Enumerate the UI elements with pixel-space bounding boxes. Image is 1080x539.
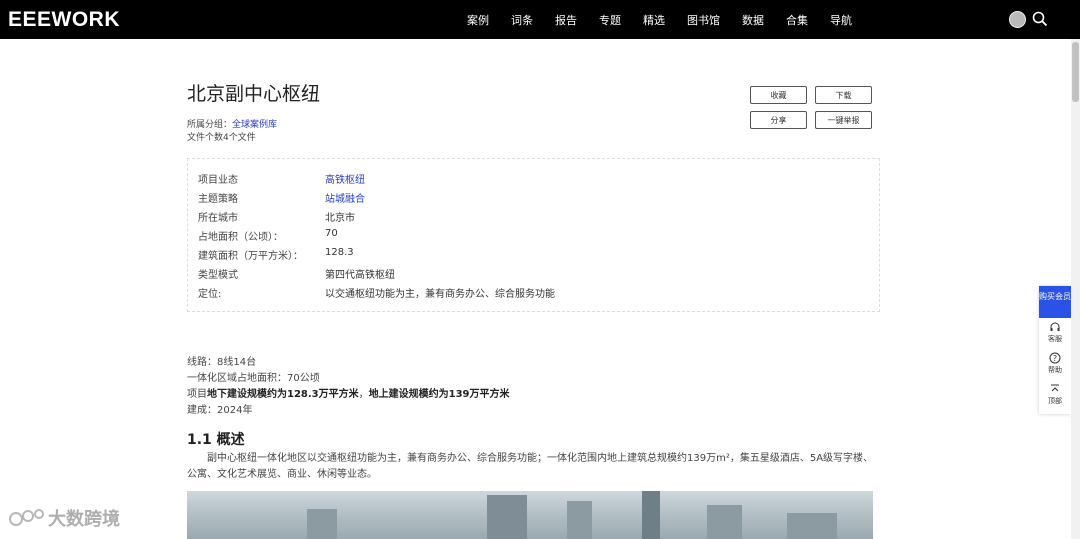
scrollbar[interactable]: [1071, 39, 1080, 539]
help-icon: ?: [1049, 352, 1061, 364]
info-key: 类型模式: [198, 270, 238, 281]
info-row: 建筑面积（万平方米）： 128.3: [198, 247, 354, 263]
info-key: 定位:: [198, 289, 222, 300]
info-key: 项目业态: [198, 175, 238, 186]
category-link[interactable]: 全球案例库: [232, 120, 277, 130]
help-button[interactable]: ? 帮助: [1039, 350, 1071, 380]
info-value: 北京市: [325, 213, 355, 224]
section-heading: 1.1 概述: [187, 432, 245, 448]
nav-item-navigation[interactable]: 导航: [830, 12, 852, 28]
category-meta: 所属分组：全球案例库: [187, 117, 277, 130]
nav-item-terms[interactable]: 词条: [511, 12, 533, 28]
scale-separator: ，: [358, 389, 369, 400]
svg-text:?: ?: [1053, 354, 1057, 363]
info-value: 128.3: [325, 247, 354, 258]
info-value-link[interactable]: 站城融合: [325, 190, 365, 206]
info-key: 占地面积（公顷）：: [198, 232, 283, 243]
help-label: 帮助: [1048, 366, 1062, 374]
info-row: 定位: 以交通枢纽功能为主，兼有商务办公、综合服务功能: [198, 285, 555, 301]
info-value-link[interactable]: 高铁枢纽: [325, 171, 365, 187]
info-value: 以交通枢纽功能为主，兼有商务办公、综合服务功能: [325, 289, 555, 300]
top-label: 顶部: [1048, 397, 1062, 405]
user-avatar[interactable]: [1009, 11, 1026, 28]
info-row: 项目业态 高铁枢纽: [198, 171, 365, 187]
info-row: 主题策略 站城融合: [198, 190, 365, 206]
info-value: 第四代高铁枢纽: [325, 270, 395, 281]
headset-icon: [1050, 322, 1060, 331]
buy-vip-button[interactable]: 购买会员: [1039, 286, 1071, 318]
service-label: 客服: [1048, 335, 1062, 343]
nav-item-topics[interactable]: 专题: [599, 12, 621, 28]
file-count: 文件个数4个文件: [187, 133, 256, 143]
project-rendering-image: [187, 491, 873, 539]
page-title: 北京副中心枢纽: [187, 83, 321, 105]
site-logo[interactable]: EEEWORK: [8, 8, 120, 32]
nav-item-cases[interactable]: 案例: [467, 12, 489, 28]
info-row: 类型模式 第四代高铁枢纽: [198, 266, 395, 282]
share-button[interactable]: 分享: [750, 111, 807, 129]
info-row: 占地面积（公顷）： 70: [198, 228, 338, 244]
section-paragraph: 副中心枢纽一体化地区以交通枢纽功能为主，兼有商务办公、综合服务功能；一体化范围内…: [187, 453, 874, 480]
float-panel: 购买会员 客服 ? 帮助 顶部: [1039, 286, 1071, 414]
scroll-thumb[interactable]: [1072, 42, 1079, 102]
project-info-box: 项目业态 高铁枢纽 主题策略 站城融合 所在城市 北京市 占地面积（公顷）： 7…: [187, 158, 880, 312]
nav-item-reports[interactable]: 报告: [555, 12, 577, 28]
report-button[interactable]: 一键举报: [815, 111, 872, 129]
info-value: 70: [325, 228, 338, 239]
arrow-up-icon: [1051, 384, 1059, 392]
body-line-routes: 线路：8线14台: [187, 357, 257, 368]
watermark-logo-icon: [9, 509, 44, 526]
body-line-scale: 项目地下建设规模约为128.3万平方米，地上建设规模约为139万平方米: [187, 385, 510, 400]
service-button[interactable]: 客服: [1039, 319, 1071, 349]
body-line-completed: 建成：2024年: [187, 405, 253, 416]
collect-button[interactable]: 收藏: [750, 86, 807, 104]
nav-item-featured[interactable]: 精选: [643, 12, 665, 28]
info-key: 所在城市: [198, 213, 238, 224]
scale-underground: 地下建设规模约为128.3万平方米: [207, 389, 359, 400]
watermark-text: 大数跨境: [48, 509, 120, 530]
scale-prefix: 项目: [187, 389, 207, 400]
watermark: 大数跨境: [8, 505, 120, 531]
info-key: 主题策略: [198, 194, 238, 205]
top-navbar: EEEWORK 案例 词条 报告 专题 精选 图书馆 数据 合集 导航: [0, 0, 1080, 39]
download-button[interactable]: 下载: [815, 86, 872, 104]
nav-item-library[interactable]: 图书馆: [687, 12, 720, 28]
info-row: 所在城市 北京市: [198, 209, 355, 225]
nav-item-data[interactable]: 数据: [742, 12, 764, 28]
back-to-top-button[interactable]: 顶部: [1039, 381, 1071, 411]
info-key: 建筑面积（万平方米）：: [198, 251, 303, 262]
scale-aboveground: 地上建设规模约为139万平方米: [368, 389, 510, 400]
main-nav: 案例 词条 报告 专题 精选 图书馆 数据 合集 导航: [467, 0, 874, 39]
search-icon[interactable]: [1032, 11, 1048, 27]
body-line-area: 一体化区域占地面积：70公顷: [187, 373, 320, 384]
nav-item-collections[interactable]: 合集: [786, 12, 808, 28]
category-label: 所属分组：: [187, 120, 233, 130]
